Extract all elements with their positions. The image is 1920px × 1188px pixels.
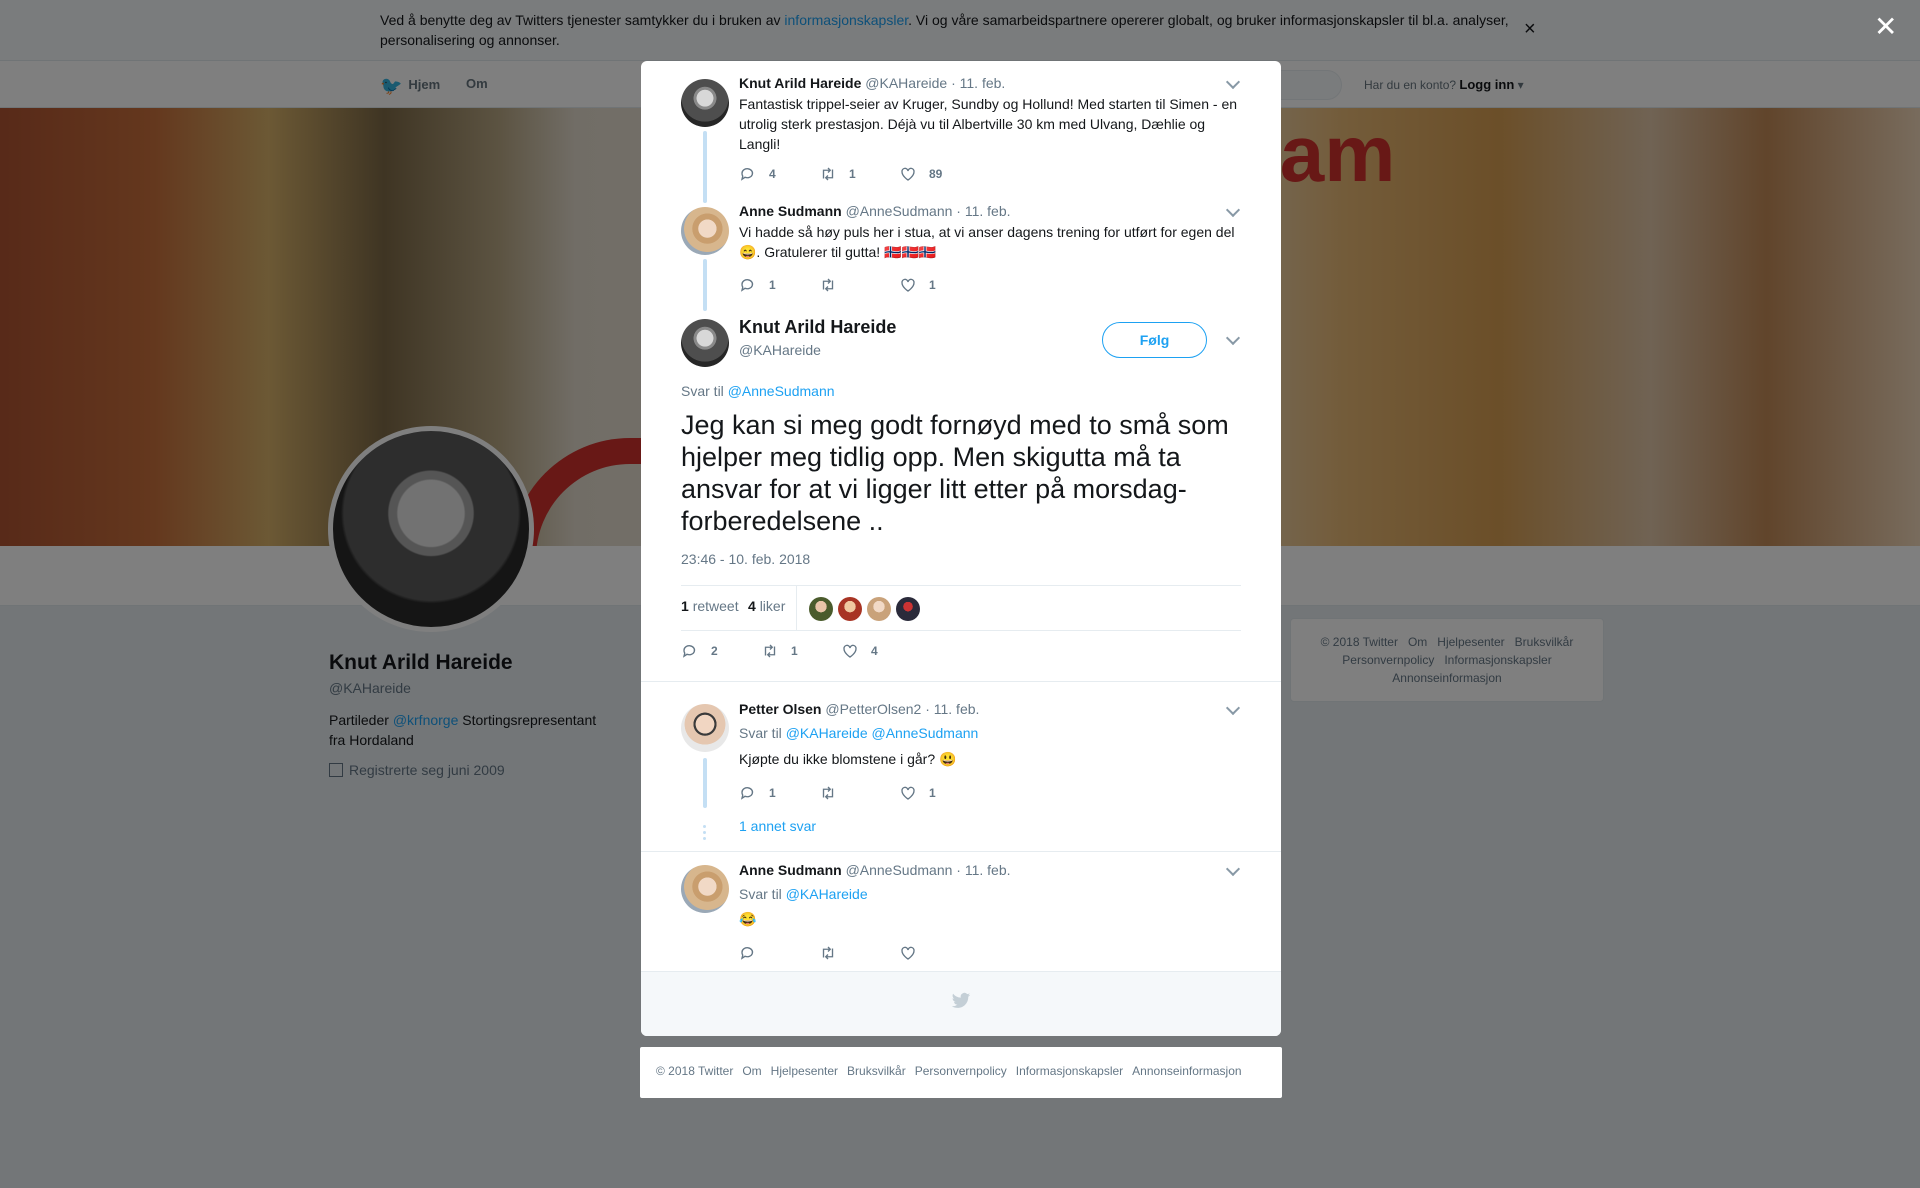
footer-link[interactable]: Informasjonskapsler — [1016, 1064, 1123, 1078]
retweet-button[interactable] — [819, 784, 849, 802]
thread-line — [703, 259, 707, 311]
footer-link[interactable]: Personvernpolicy — [915, 1064, 1007, 1078]
tweet-modal: Knut Arild Hareide @KAHareide · 11. feb.… — [641, 61, 1281, 1036]
avatar[interactable] — [681, 79, 729, 127]
avatar[interactable] — [681, 704, 729, 752]
liker-avatar[interactable] — [838, 597, 862, 621]
reply-button[interactable]: 1 — [739, 276, 776, 294]
heart-icon — [901, 786, 915, 800]
like-button[interactable] — [899, 944, 929, 962]
like-button[interactable]: 1 — [899, 784, 936, 802]
chevron-down-icon[interactable] — [1225, 701, 1241, 717]
liker-avatar[interactable] — [809, 597, 833, 621]
main-tweet-timestamp[interactable]: 23:46 - 10. feb. 2018 — [681, 551, 810, 567]
thread-line — [703, 131, 707, 203]
main-tweet-text: Jeg kan si meg godt fornøyd med to små s… — [681, 410, 1229, 536]
retweet-icon — [822, 786, 834, 800]
tweet-header: Anne Sudmann @AnneSudmann · 11. feb. — [739, 203, 1011, 219]
reply-context: Svar til @KAHareide @AnneSudmann — [739, 725, 979, 741]
heart-icon — [901, 946, 915, 960]
chevron-down-icon[interactable] — [1225, 203, 1241, 219]
retweet-button[interactable]: 1 — [761, 642, 798, 660]
main-tweet-handle[interactable]: @KAHareide — [739, 342, 821, 358]
reply-to-link[interactable]: @AnneSudmann — [728, 383, 835, 399]
main-avatar[interactable] — [681, 319, 729, 367]
liker-avatar[interactable] — [867, 597, 891, 621]
chevron-down-icon[interactable] — [1225, 75, 1241, 91]
tweet-text: Vi hadde så høy puls her i stua, at vi a… — [739, 224, 1235, 260]
heart-icon — [843, 644, 857, 658]
more-replies-link[interactable]: 1 annet svar — [739, 818, 816, 834]
retweet-icon — [822, 946, 834, 960]
divider — [641, 681, 1281, 682]
chevron-down-icon[interactable] — [1225, 862, 1241, 878]
main-tweet-name[interactable]: Knut Arild Hareide — [739, 317, 896, 338]
footer-link[interactable]: © 2018 Twitter — [656, 1064, 733, 1078]
tweet-header: Petter Olsen @PetterOlsen2 · 11. feb. — [739, 701, 980, 717]
chevron-down-icon[interactable] — [1225, 331, 1241, 347]
like-count[interactable]: 4 liker — [748, 598, 785, 614]
retweet-icon — [822, 278, 834, 292]
avatar[interactable] — [681, 865, 729, 913]
tweet-text: Kjøpte du ikke blomstene i går? 😃 — [739, 751, 957, 767]
reply-button[interactable]: 4 — [739, 165, 776, 183]
retweet-button[interactable]: 1 — [819, 165, 856, 183]
tweet-stats: 1 retweet 4 liker — [681, 585, 1241, 631]
thread-dots — [703, 825, 707, 843]
reply-icon — [740, 947, 754, 960]
avatar[interactable] — [681, 207, 729, 255]
reply-button[interactable]: 1 — [739, 784, 776, 802]
thread-line — [703, 758, 707, 808]
reply-context: Svar til @KAHareide — [739, 886, 868, 902]
reply-to-link[interactable]: @KAHareide @AnneSudmann — [786, 725, 979, 741]
retweet-count[interactable]: 1 retweet — [681, 598, 739, 614]
tweet-header: Knut Arild Hareide @KAHareide · 11. feb. — [739, 75, 1006, 91]
close-icon[interactable]: ✕ — [1874, 10, 1897, 43]
reply-context: Svar til @AnneSudmann — [681, 383, 835, 399]
heart-icon — [901, 167, 915, 181]
like-button[interactable]: 1 — [899, 276, 936, 294]
reply-icon — [682, 645, 696, 658]
liker-avatar[interactable] — [896, 597, 920, 621]
retweet-icon — [822, 167, 834, 181]
footer-link[interactable]: Om — [742, 1064, 761, 1078]
like-button[interactable]: 4 — [841, 642, 878, 660]
divider — [796, 586, 797, 630]
modal-footer — [641, 971, 1281, 1036]
twitter-bird-icon — [951, 992, 971, 1008]
retweet-button[interactable] — [819, 944, 849, 962]
modal-page-footer: © 2018 Twitter Om Hjelpesenter Bruksvilkår P… — [640, 1047, 1282, 1098]
retweet-button[interactable] — [819, 276, 849, 294]
retweet-icon — [764, 644, 776, 658]
divider — [641, 851, 1281, 852]
reply-to-link[interactable]: @KAHareide — [786, 886, 868, 902]
follow-button[interactable]: Følg — [1102, 322, 1207, 358]
reply-icon — [740, 168, 754, 181]
heart-icon — [901, 278, 915, 292]
footer-link[interactable]: Bruksvilkår — [847, 1064, 906, 1078]
footer-link[interactable]: Hjelpesenter — [771, 1064, 838, 1078]
reply-button[interactable]: 2 — [681, 642, 718, 660]
reply-icon — [740, 279, 754, 292]
tweet-header: Anne Sudmann @AnneSudmann · 11. feb. — [739, 862, 1011, 878]
reply-button[interactable] — [739, 944, 769, 962]
like-button[interactable]: 89 — [899, 165, 942, 183]
tweet-text: 😂 — [739, 911, 757, 927]
footer-link[interactable]: Annonseinformasjon — [1132, 1064, 1241, 1078]
tweet-text: Fantastisk trippel-seier av Kruger, Sund… — [739, 96, 1238, 152]
reply-icon — [740, 787, 754, 800]
